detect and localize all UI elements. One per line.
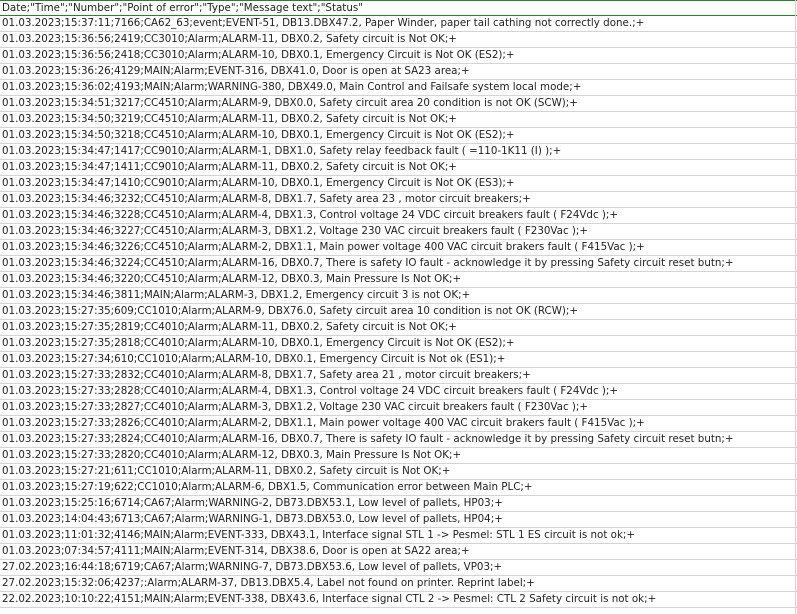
- table-row[interactable]: 22.02.2023;10:10:22;4151;MAIN;Alarm;EVEN…: [0, 592, 797, 608]
- table-row[interactable]: 27.02.2023;16:44:18;6719;CA67;Alarm;WARN…: [0, 560, 797, 576]
- column-divider: [795, 0, 796, 614]
- table-row[interactable]: 01.03.2023;15:36:02;4193;MAIN;Alarm;WARN…: [0, 80, 797, 96]
- cell-grid: Date;"Time";"Number";"Point of error";"T…: [0, 0, 797, 608]
- table-row[interactable]: 01.03.2023;15:27:35;2818;CC4010;Alarm;AL…: [0, 336, 797, 352]
- table-row[interactable]: 01.03.2023;15:34:46;3811;MAIN;Alarm;ALAR…: [0, 288, 797, 304]
- table-row[interactable]: 01.03.2023;15:34:47;1411;CC9010;Alarm;AL…: [0, 160, 797, 176]
- table-row[interactable]: 01.03.2023;15:27:35;2819;CC4010;Alarm;AL…: [0, 320, 797, 336]
- table-row[interactable]: 01.03.2023;07:34:57;4111;MAIN;Alarm;EVEN…: [0, 544, 797, 560]
- table-row[interactable]: 01.03.2023;15:25:16;6714;CA67;Alarm;WARN…: [0, 496, 797, 512]
- table-row[interactable]: 01.03.2023;15:34:47;1410;CC9010;Alarm;AL…: [0, 176, 797, 192]
- table-row[interactable]: 01.03.2023;15:34:47;1417;CC9010;Alarm;AL…: [0, 144, 797, 160]
- table-row[interactable]: 01.03.2023;15:27:33;2826;CC4010;Alarm;AL…: [0, 416, 797, 432]
- table-row[interactable]: 01.03.2023;15:34:46;3227;CC4510;Alarm;AL…: [0, 224, 797, 240]
- table-row[interactable]: 01.03.2023;15:27:19;622;CC1010;Alarm;ALA…: [0, 480, 797, 496]
- table-row[interactable]: 01.03.2023;15:27:34;610;CC1010;Alarm;ALA…: [0, 352, 797, 368]
- table-row[interactable]: 01.03.2023;15:34:46;3232;CC4510;Alarm;AL…: [0, 192, 797, 208]
- table-row[interactable]: 01.03.2023;15:34:46;3228;CC4510;Alarm;AL…: [0, 208, 797, 224]
- table-row[interactable]: 01.03.2023;15:27:33;2832;CC4010;Alarm;AL…: [0, 368, 797, 384]
- table-row[interactable]: 01.03.2023;15:34:46;3220;CC4510;Alarm;AL…: [0, 272, 797, 288]
- table-row[interactable]: 01.03.2023;15:27:21;611;CC1010;Alarm;ALA…: [0, 464, 797, 480]
- table-row[interactable]: 01.03.2023;15:27:33;2820;CC4010;Alarm;AL…: [0, 448, 797, 464]
- spreadsheet-sheet: Date;"Time";"Number";"Point of error";"T…: [0, 0, 797, 614]
- table-row[interactable]: 01.03.2023;15:27:33;2824;CC4010;Alarm;AL…: [0, 432, 797, 448]
- table-row[interactable]: 01.03.2023;15:34:50;3218;CC4510;Alarm;AL…: [0, 128, 797, 144]
- table-row[interactable]: 01.03.2023;15:27:33;2828;CC4010;Alarm;AL…: [0, 384, 797, 400]
- table-row[interactable]: 27.02.2023;15:32:06;4237;:Alarm;ALARM-37…: [0, 576, 797, 592]
- table-row[interactable]: 01.03.2023;11:01:32;4146;MAIN;Alarm;EVEN…: [0, 528, 797, 544]
- header-row[interactable]: Date;"Time";"Number";"Point of error";"T…: [0, 0, 797, 16]
- table-row[interactable]: 01.03.2023;15:36:26;4129;MAIN;Alarm;EVEN…: [0, 64, 797, 80]
- table-row[interactable]: 01.03.2023;15:27:33;2827;CC4010;Alarm;AL…: [0, 400, 797, 416]
- table-row[interactable]: 01.03.2023;15:37:11;7166;CA62_63;event;E…: [0, 16, 797, 32]
- table-row[interactable]: 01.03.2023;15:36:56;2419;CC3010;Alarm;AL…: [0, 32, 797, 48]
- table-row[interactable]: 01.03.2023;15:34:50;3219;CC4510;Alarm;AL…: [0, 112, 797, 128]
- table-row[interactable]: 01.03.2023;14:04:43;6713;CA67;Alarm;WARN…: [0, 512, 797, 528]
- table-row[interactable]: 01.03.2023;15:34:51;3217;CC4510;Alarm;AL…: [0, 96, 797, 112]
- table-row[interactable]: 01.03.2023;15:34:46;3224;CC4510;Alarm;AL…: [0, 256, 797, 272]
- table-row[interactable]: 01.03.2023;15:36:56;2418;CC3010;Alarm;AL…: [0, 48, 797, 64]
- table-row[interactable]: 01.03.2023;15:34:46;3226;CC4510;Alarm;AL…: [0, 240, 797, 256]
- table-row[interactable]: 01.03.2023;15:27:35;609;CC1010;Alarm;ALA…: [0, 304, 797, 320]
